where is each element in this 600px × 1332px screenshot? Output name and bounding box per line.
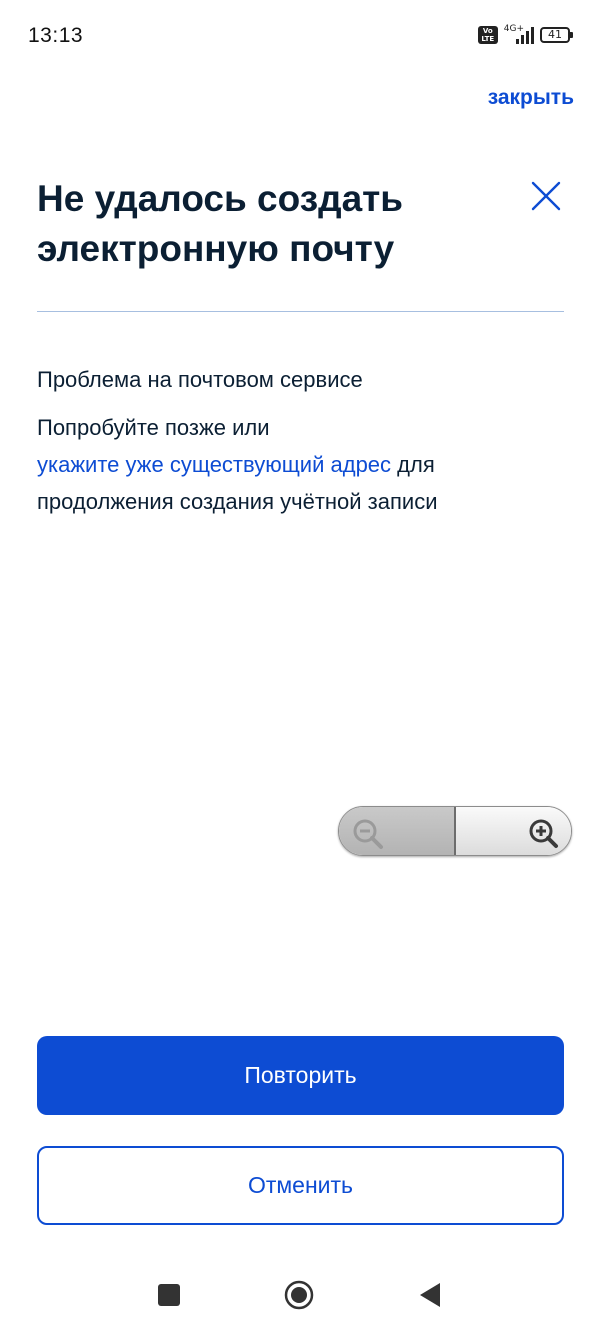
recents-square-icon[interactable] [158,1284,180,1306]
dialog-title: Не удалось создать электронную почту [37,178,404,269]
zoom-in-button[interactable] [456,807,571,855]
retry-button[interactable]: Повторить [37,1036,564,1115]
title-divider [37,311,564,312]
status-icons: Vo LTE 4G+ 41 [477,24,573,46]
hint-prefix: Попробуйте позже или [37,415,270,440]
volte-icon: Vo LTE [477,26,498,44]
error-hint: Попробуйте позже или укажите уже существ… [37,409,564,520]
zoom-out-button[interactable] [339,807,456,855]
error-message: Проблема на почтовом сервисе [37,367,363,392]
zoom-control [338,806,572,856]
status-time: 13:13 [28,24,84,47]
battery-level: 41 [548,28,562,41]
volte-top-label: Vo [482,27,493,35]
cancel-button[interactable]: Отменить [37,1146,564,1225]
battery-icon: 41 [540,27,573,43]
volte-bottom-label: LTE [481,35,495,43]
zoom-in-icon [529,819,558,848]
existing-address-link[interactable]: укажите уже существующий адрес [37,452,391,477]
back-triangle-icon[interactable] [418,1282,442,1308]
close-link[interactable]: закрыть [488,86,574,110]
network-type-label: 4G+ [503,24,524,34]
status-bar: 13:13 Vo LTE 4G+ 41 [0,0,600,70]
home-circle-icon[interactable] [284,1280,314,1310]
close-icon[interactable] [530,180,562,212]
zoom-out-icon [353,819,383,849]
